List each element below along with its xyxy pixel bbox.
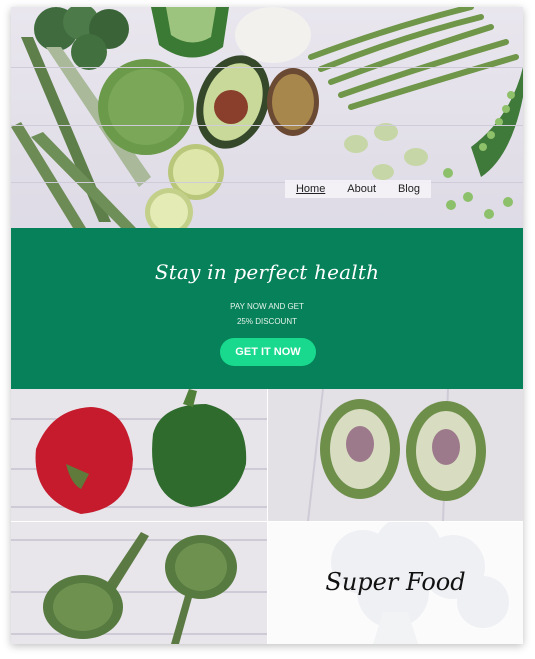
hero-vegetables-image: Home About Blog xyxy=(11,7,523,228)
vegetables-illustration xyxy=(11,7,523,228)
promo-line-2: 25% DISCOUNT xyxy=(236,317,297,326)
tagline-heading: Stay in perfect health xyxy=(154,260,380,284)
promo-text: PAY NOW AND GET 25% DISCOUNT xyxy=(11,299,523,329)
nav-about-link[interactable]: About xyxy=(347,183,376,195)
nav-blog-link[interactable]: Blog xyxy=(398,183,420,195)
promo-banner: Stay in perfect health PAY NOW AND GET 2… xyxy=(11,228,523,389)
super-food-tile: Super Food xyxy=(268,522,523,644)
whole-artichokes-image xyxy=(11,522,267,644)
landing-page-card: Home About Blog Stay in perfect health P… xyxy=(11,7,523,644)
artichoke-halves-image xyxy=(268,389,523,521)
promo-line-1: PAY NOW AND GET xyxy=(230,302,304,311)
main-nav: Home About Blog xyxy=(285,180,431,198)
peppers-image xyxy=(11,389,267,521)
super-food-label: Super Food xyxy=(325,568,466,596)
nav-home-link[interactable]: Home xyxy=(296,183,325,195)
get-it-now-button[interactable]: GET IT NOW xyxy=(220,338,316,366)
